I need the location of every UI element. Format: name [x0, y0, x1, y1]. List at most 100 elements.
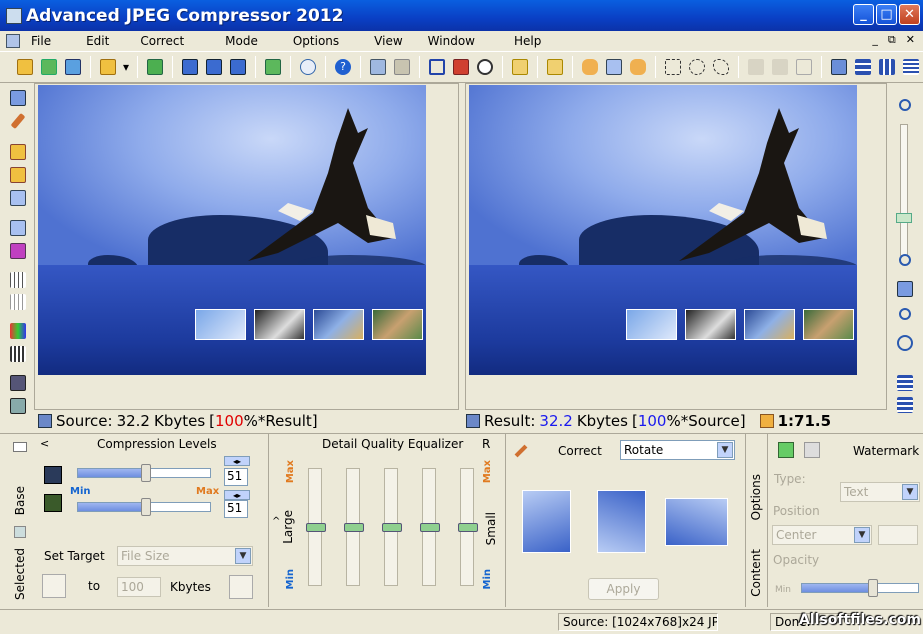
compression-slider-2-thumb[interactable] — [141, 498, 151, 516]
correct-select[interactable]: Rotate ▼ — [620, 440, 735, 460]
zoom-slider[interactable] — [896, 124, 912, 256]
ellipse-select-icon[interactable] — [686, 56, 708, 78]
eq-slider-4-thumb[interactable] — [420, 523, 440, 532]
watermark-type-select[interactable]: Text ▼ — [840, 482, 920, 502]
compression-slider-2[interactable] — [77, 498, 211, 516]
close-button[interactable]: ✕ — [899, 4, 920, 25]
layout2-icon[interactable] — [7, 395, 29, 416]
eq-slider-3-thumb[interactable] — [382, 523, 402, 532]
target-value-field[interactable]: 100 — [117, 577, 161, 597]
compression-level-1[interactable]: 51 — [224, 468, 248, 486]
compare2-icon[interactable] — [391, 56, 413, 78]
rotate-preview-1[interactable] — [522, 490, 571, 553]
menu-view[interactable]: View — [350, 34, 413, 48]
mdi-minimize-button[interactable]: _ — [872, 33, 878, 47]
save-as-icon[interactable] — [203, 56, 225, 78]
mdi-restore-button[interactable]: ⧉ — [888, 33, 896, 47]
menu-help[interactable]: Help — [486, 34, 552, 48]
flip-view-icon[interactable] — [7, 241, 29, 262]
apply-button[interactable]: Apply — [588, 578, 659, 600]
eq-slider-2[interactable] — [344, 468, 364, 586]
tab-content[interactable]: Content — [749, 549, 763, 597]
minimize-button[interactable]: _ — [853, 4, 874, 25]
cascade-icon[interactable] — [828, 56, 850, 78]
refresh-icon[interactable] — [894, 332, 916, 354]
eq-slider-4[interactable] — [420, 468, 440, 586]
layout-icon[interactable] — [7, 372, 29, 393]
eq-slider-2-thumb[interactable] — [344, 523, 364, 532]
grid-icon[interactable] — [7, 269, 29, 290]
resize-icon[interactable] — [450, 56, 472, 78]
reload-icon[interactable] — [62, 56, 84, 78]
preview-eye-icon[interactable] — [474, 56, 496, 78]
spinner-2-arrows[interactable]: ◂▸ — [224, 490, 250, 500]
hand-tool-icon[interactable] — [579, 56, 601, 78]
eq-slider-1[interactable] — [306, 468, 326, 586]
base-checkbox[interactable] — [13, 442, 27, 452]
menu-edit[interactable]: Edit — [62, 34, 120, 48]
rotate-preview-2[interactable] — [597, 490, 646, 553]
browse-folder-icon[interactable] — [97, 56, 119, 78]
panel-icon[interactable] — [894, 372, 916, 394]
open-folder-icon[interactable] — [38, 56, 60, 78]
panel2-icon[interactable] — [894, 394, 916, 416]
watermark-opacity-thumb[interactable] — [868, 579, 878, 597]
lasso-select-icon[interactable] — [710, 56, 732, 78]
menu-window[interactable]: Window — [414, 34, 486, 48]
pipette-icon[interactable] — [7, 111, 29, 132]
rotate-preview-3[interactable] — [665, 498, 728, 546]
menu-options[interactable]: Options — [269, 34, 350, 48]
open-icon[interactable] — [14, 56, 36, 78]
zoom-slider-thumb[interactable] — [896, 213, 912, 223]
compression-slider-1-thumb[interactable] — [141, 464, 151, 482]
rotate-view-icon[interactable] — [7, 218, 29, 239]
help-icon[interactable]: ? — [332, 56, 354, 78]
zoom-in-view-icon[interactable] — [7, 141, 29, 162]
app-icon[interactable] — [6, 7, 22, 24]
zoom-select-icon[interactable] — [603, 56, 625, 78]
zoom-in-icon[interactable] — [894, 94, 916, 116]
grid2-icon[interactable] — [7, 292, 29, 313]
save-all-icon[interactable] — [227, 56, 249, 78]
compression-level-2[interactable]: 51 — [224, 500, 248, 518]
properties-icon[interactable] — [544, 56, 566, 78]
dropdown-arrow-icon[interactable]: ▾ — [121, 56, 131, 78]
menu-mode[interactable]: Mode — [195, 34, 269, 48]
crop-icon[interactable] — [426, 56, 448, 78]
target-type-select[interactable]: File Size ▼ — [117, 546, 253, 566]
info-icon[interactable] — [297, 56, 319, 78]
source-image[interactable] — [38, 85, 426, 375]
eq-slider-3[interactable] — [382, 468, 402, 586]
batch-icon[interactable] — [144, 56, 166, 78]
list-view-icon[interactable] — [900, 56, 922, 78]
rect-select-icon[interactable] — [662, 56, 684, 78]
add-watermark-icon[interactable] — [778, 442, 794, 458]
tile-horizontal-icon[interactable] — [852, 56, 874, 78]
watermark-offset-field[interactable] — [878, 525, 918, 545]
invert-select-icon[interactable] — [769, 56, 791, 78]
eq-slider-5[interactable] — [458, 468, 478, 586]
watermark-opacity-slider[interactable] — [801, 579, 919, 597]
eq-slider-5-thumb[interactable] — [458, 523, 478, 532]
collapse-button[interactable]: < — [40, 437, 49, 450]
save-icon[interactable] — [179, 56, 201, 78]
eq-slider-1-thumb[interactable] — [306, 523, 326, 532]
hand-move-icon[interactable] — [627, 56, 649, 78]
maximize-button[interactable]: □ — [876, 4, 897, 25]
remove-watermark-icon[interactable] — [804, 442, 820, 458]
result-image[interactable] — [469, 85, 857, 375]
tab-base[interactable]: Base — [13, 486, 27, 515]
target-calc-icon[interactable] — [229, 575, 253, 599]
edit-icon[interactable] — [509, 56, 531, 78]
export-icon[interactable] — [262, 56, 284, 78]
document-icon[interactable] — [6, 34, 20, 48]
compression-slider-1[interactable] — [77, 464, 211, 482]
zoom-out-view-icon[interactable] — [7, 164, 29, 185]
menu-correct[interactable]: Correct — [120, 34, 195, 48]
spinner-1-arrows[interactable]: ◂▸ — [224, 456, 250, 466]
histogram-icon[interactable] — [7, 321, 29, 342]
tab-options[interactable]: Options — [749, 474, 763, 520]
tile-vertical-icon[interactable] — [876, 56, 898, 78]
actual-size-icon[interactable] — [894, 303, 916, 325]
tab-selected[interactable]: Selected — [13, 548, 27, 600]
